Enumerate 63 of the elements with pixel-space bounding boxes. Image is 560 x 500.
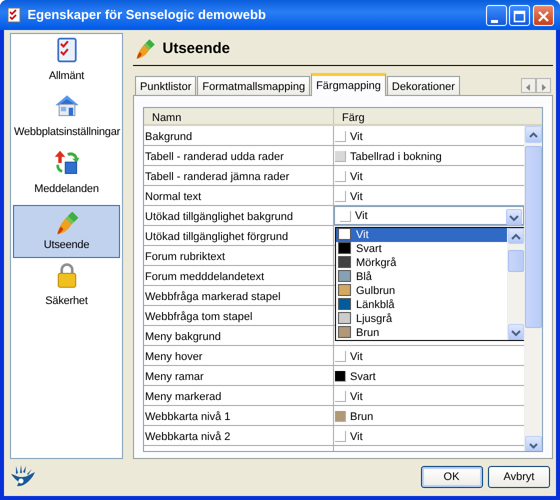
table-cell: Forum rubriktext [144, 246, 334, 265]
table-cell: Vit [334, 426, 524, 445]
table-cell: Vit [334, 166, 524, 185]
tab[interactable]: Dekorationer [386, 76, 460, 95]
dropdown-option[interactable]: Mörkgrå [336, 256, 507, 270]
scroll-thumb[interactable] [525, 146, 542, 328]
table-cell: Meny ramar [144, 366, 334, 385]
tab[interactable]: Färgmapping [311, 73, 386, 96]
minimize-icon [491, 20, 498, 23]
table-cell: Vit [334, 126, 524, 145]
dropdown-option[interactable]: Svart [336, 242, 507, 256]
table-cell: Tabell - randerad udda rader [144, 146, 334, 165]
table-cell: Normal text [144, 186, 334, 205]
column-header: Färg [341, 111, 366, 124]
dialog-button[interactable]: Avbryt [488, 466, 550, 488]
table-cell: Tabell - randerad jämna rader [144, 166, 334, 185]
table-cell: Meny markerad [144, 386, 334, 405]
dropdown-option[interactable]: Brun [336, 326, 507, 340]
table-cell: Vit [334, 346, 524, 365]
dropdown-option[interactable]: Vit [336, 228, 507, 242]
table-cell: Utökad tillgänglighet förgrund [144, 226, 334, 245]
sidebar-item[interactable]: Webbplatsinställningar [13, 120, 120, 146]
table-cell: Vit [334, 186, 524, 205]
table-cell: Webbkarta nivå 2 [144, 426, 334, 445]
dropdown-arrow-button[interactable] [506, 208, 522, 224]
page-title: Utseende [162, 38, 230, 59]
tab[interactable]: Punktlistor [135, 76, 196, 95]
dropdown-option[interactable]: Blå [336, 270, 507, 284]
table-cell: Svart [334, 366, 524, 385]
table-cell: Tabellrad i bokning [334, 146, 524, 165]
tab-scroll-right-button[interactable] [536, 78, 551, 93]
dialog-button[interactable]: OK [420, 466, 482, 488]
tab-scroll-left-button[interactable] [521, 78, 536, 93]
column-header: Namn [144, 108, 334, 124]
table-cell: Webbfråga markerad stapel [144, 286, 334, 305]
table-cell: Bakgrund [144, 126, 334, 145]
scroll-down-button[interactable] [525, 436, 542, 451]
scroll-down-button[interactable] [508, 324, 524, 340]
window-title: Egenskaper för Senselogic demowebb [28, 6, 266, 24]
dropdown-option[interactable]: Ljusgrå [336, 312, 507, 326]
close-button[interactable] [533, 4, 554, 26]
sidebar-item[interactable]: Allmänt [13, 64, 120, 90]
table-cell: Meny hover [144, 346, 334, 365]
scroll-thumb[interactable] [508, 250, 524, 272]
scroll-up-button[interactable] [508, 228, 524, 244]
maximize-button[interactable] [509, 4, 530, 26]
dropdown-option[interactable]: Länkblå [336, 298, 507, 312]
arrows-cubes-icon [52, 148, 80, 176]
table-cell: Vit [334, 386, 524, 405]
color-dropdown[interactable]: Vit [334, 206, 524, 225]
table-cell: Forum medddelandetext [144, 266, 334, 285]
tab[interactable]: Formatmallsmapping [197, 76, 310, 95]
dropdown-option[interactable]: Gulbrun [336, 284, 507, 298]
table-cell: Brun [334, 406, 524, 425]
table-cell: Webbfråga tom stapel [144, 306, 334, 325]
sidebar-item[interactable]: Utseende [13, 204, 120, 258]
sidebar-item[interactable]: Meddelanden [13, 176, 120, 202]
table-cell: Meny bakgrund [144, 326, 334, 345]
app-icon [6, 7, 22, 23]
sidebar-item[interactable]: Säkerhet [13, 289, 120, 314]
minimize-button[interactable] [486, 4, 506, 26]
scroll-up-button[interactable] [525, 126, 542, 143]
table-cell: Webbkarta nivå 1 [144, 406, 334, 425]
